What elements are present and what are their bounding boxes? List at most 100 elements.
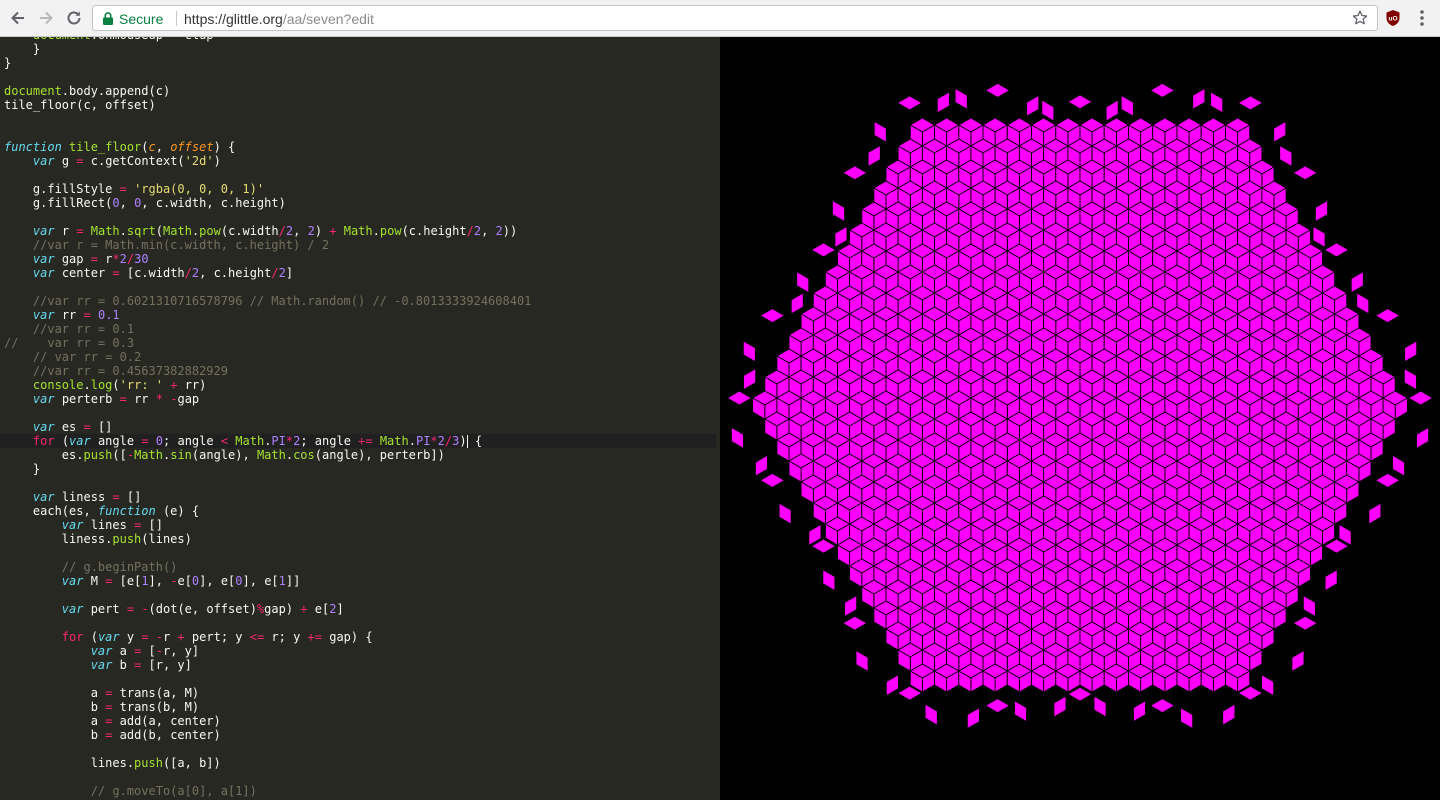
code-line[interactable] [4,112,531,126]
code-token: cos [293,448,315,462]
code-line[interactable]: var gap = r*2/30 [4,252,531,266]
code-line[interactable]: g.fillRect(0, 0, c.width, c.height) [4,196,531,210]
lock-icon [103,12,113,25]
code-token: ]] [285,574,301,588]
code-token: 0.1 [97,308,120,322]
code-line[interactable]: var a = [-r, y] [4,644,531,658]
code-line[interactable] [4,406,531,420]
back-button[interactable] [6,6,30,30]
code-line[interactable] [4,126,531,140]
code-line[interactable]: a = trans(a, M) [4,686,531,700]
code-token: // g.beginPath() [4,560,178,574]
code-line[interactable] [4,168,531,182]
code-line[interactable]: b = trans(b, M) [4,700,531,714]
star-icon[interactable] [1351,9,1369,27]
code-line[interactable]: var es = [] [4,420,531,434]
rhombus-tile-edge [844,594,858,618]
code-token: c.getContext( [83,154,185,168]
code-line[interactable]: tile_floor(c, offset) [4,98,531,112]
code-token: add(b, center) [112,728,221,742]
code-line[interactable]: var perterb = rr * -gap [4,392,531,406]
reload-button[interactable] [62,6,86,30]
code-token: 2 [278,266,286,280]
code-line[interactable]: } [4,42,531,56]
code-line[interactable]: var rr = 0.1 [4,308,531,322]
code-line[interactable]: var b = [r, y] [4,658,531,672]
code-line[interactable]: // var rr = 0.2 [4,350,531,364]
code-line[interactable] [4,280,531,294]
code-line[interactable] [4,546,531,560]
code-token: push [112,532,142,546]
code-token: PI [271,434,286,448]
code-token: < [220,434,229,448]
address-bar[interactable]: Secure https://glittle.org/aa/seven?edit [92,5,1378,31]
code-token: / [278,224,286,238]
code-editor[interactable]: document .onmouseup = clup }} document.bo… [0,37,720,800]
code-line[interactable]: var pert = -(dot(e, offset)%gap) + e[2] [4,602,531,616]
code-token: . [285,448,294,462]
code-token: , c.width, c.height) [141,196,286,210]
code-token: ) { [213,140,236,154]
code-line[interactable]: //var rr = 0.45637382882929 [4,364,531,378]
rhombus-tile-edge [1356,292,1370,315]
rhombus-tile-edge [984,82,1011,98]
code-line[interactable]: each(es, function (e) { [4,504,531,518]
code-line[interactable]: var g = c.getContext('2d') [4,154,531,168]
code-line[interactable]: var M = [e[1], -e[0], e[0], e[1]] [4,574,531,588]
code-token: document [4,84,62,98]
rhombus-tile-edge [754,454,768,477]
code-line[interactable]: for (var angle = 0; angle < Math.PI*2; a… [0,434,717,448]
code-line[interactable] [4,616,531,630]
code-line[interactable]: function tile_floor(c, offset) { [4,140,531,154]
code-line[interactable]: for (var y = -r + pert; y <= r; y += gap… [4,630,531,644]
code-token: '2d' [184,154,214,168]
code-line[interactable]: // var rr = 0.3 [4,336,531,350]
code-token: angle [90,434,142,448]
code-line[interactable] [4,770,531,784]
ublock-extension-button[interactable]: uO [1385,9,1401,27]
rhombus-tile-edge [1292,165,1319,181]
code-line[interactable]: lines.push([a, b]) [4,756,531,770]
code-line[interactable] [4,70,531,84]
code-line[interactable]: a = add(a, center) [4,714,531,728]
code-line[interactable] [4,476,531,490]
browser-menu-button[interactable] [1413,8,1431,28]
reload-icon [67,11,81,25]
code-line[interactable]: // g.moveTo(a[0], a[1]) [4,784,531,798]
code-token: lines [83,518,135,532]
code-token: ; angle [163,434,221,448]
code-content[interactable]: document .onmouseup = clup }} document.bo… [0,37,717,798]
url-text[interactable]: https://glittle.org/aa/seven?edit [184,11,374,27]
code-line[interactable]: console.log('rr: ' + rr) [4,378,531,392]
code-line[interactable]: var lines = [] [4,518,531,532]
code-line[interactable]: es.push([-Math.sin(angle), Math.cos(angl… [4,448,531,462]
code-line[interactable] [4,742,531,756]
code-line[interactable]: //var r = Math.min(c.width, c.height) / … [4,238,531,252]
code-token: - [155,644,163,658]
forward-button[interactable] [34,6,58,30]
code-line[interactable]: var r = Math.sqrt(Math.pow(c.width/2, 2)… [4,224,531,238]
code-line[interactable] [4,210,531,224]
code-line[interactable]: // g.beginPath() [4,560,531,574]
code-line[interactable]: //var rr = 0.6021310716578796 // Math.ra… [4,294,532,308]
code-token: 2 [307,224,315,238]
code-line[interactable]: document.body.append(c) [4,84,531,98]
code-line[interactable]: g.fillStyle = 'rgba(0, 0, 0, 1)' [4,182,531,196]
code-line[interactable]: } [4,462,531,476]
code-token: - [126,448,135,462]
code-token: for [32,434,55,448]
code-line[interactable] [4,588,531,602]
code-token: .body.append(c) [61,84,171,98]
code-line[interactable]: var center = [c.width/2, c.height/2] [4,266,531,280]
code-line[interactable]: //var rr = 0.1 [4,322,531,336]
code-line[interactable]: } [4,56,531,70]
code-line[interactable]: var liness = [] [4,490,531,504]
code-line[interactable]: liness.push(lines) [4,532,531,546]
code-token: , [293,224,308,238]
code-line[interactable] [4,672,531,686]
code-token: = [141,434,149,448]
code-line[interactable]: b = add(b, center) [4,728,531,742]
code-token: .onmouseup = clup [91,37,214,42]
